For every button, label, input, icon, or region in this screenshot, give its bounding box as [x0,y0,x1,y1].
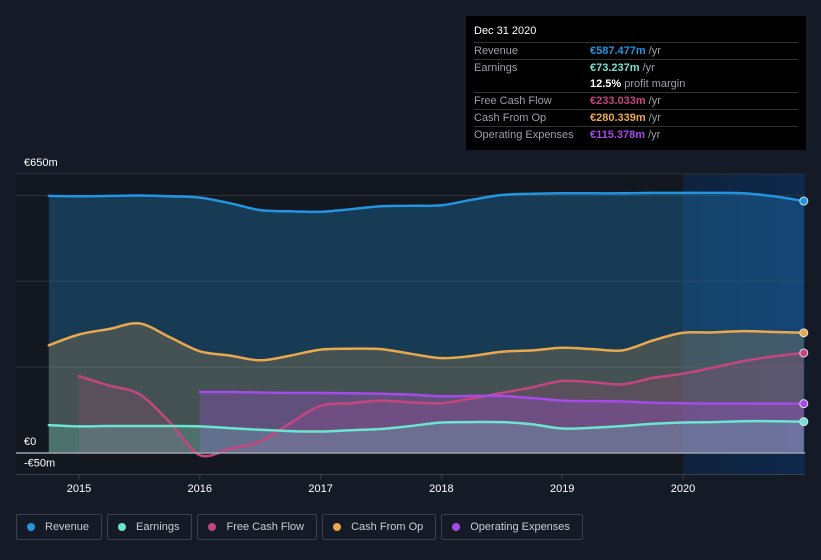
free-cash-flow-end-point [799,348,809,358]
tooltip-row-revenue: Revenue €587.477m /yr [474,43,798,60]
earnings-dot-icon [118,523,127,531]
tooltip-value: €73.237m [590,62,640,74]
legend-item-free-cash-flow[interactable]: Free Cash Flow [197,514,318,540]
x-tick-label: 2018 [429,483,453,495]
legend-item-earnings[interactable]: Earnings [107,514,193,540]
legend-item-operating-expenses[interactable]: Operating Expenses [441,514,583,540]
tooltip-value: €280.339m [590,112,646,124]
revenue-dot-icon [27,523,35,531]
tooltip-label: Free Cash Flow [474,95,552,107]
y-tick-label: €0 [24,436,36,448]
cash-from-op-dot-icon [333,523,342,531]
tooltip-label: Revenue [474,45,519,57]
tooltip-unit: /yr [648,112,661,124]
x-tick-label: 2015 [67,483,91,495]
legend-label: Operating Expenses [470,521,570,533]
legend-label: Cash From Op [351,521,424,533]
y-tick-label: -€50m [24,457,55,469]
legend-item-cash-from-op[interactable]: Cash From Op [322,514,437,540]
tooltip-label: Earnings [474,62,518,74]
tooltip-label: Operating Expenses [474,129,574,141]
tooltip-row-earnings: Earnings €73.237m /yr [474,60,798,76]
y-tick-label: €650m [24,157,58,169]
x-tick-label: 2016 [188,483,212,495]
tooltip-unit: /yr [648,129,661,141]
tooltip-value: €587.477m [590,45,646,57]
cash-from-op-end-point [799,328,809,338]
legend-label: Free Cash Flow [226,521,305,533]
tooltip-unit: /yr [648,95,661,107]
tooltip-row-operating-expenses: Operating Expenses €115.378m /yr [474,127,798,143]
tooltip-label [474,76,590,92]
tooltip-label: Cash From Op [474,112,547,124]
legend-label: Revenue [45,521,90,533]
tooltip-date: Dec 31 2020 [474,24,798,43]
profit-margin-label: profit margin [624,78,686,90]
legend-item-revenue[interactable]: Revenue [16,514,103,540]
legend-label: Earnings [136,521,180,533]
tooltip-value: €115.378m [590,129,646,141]
free-cash-flow-dot-icon [208,523,217,531]
revenue-end-point [799,196,809,206]
tooltip: Dec 31 2020 Revenue €587.477m /yr Earnin… [466,16,806,150]
x-tick-label: 2019 [550,483,574,495]
tooltip-row-cash-from-op: Cash From Op €280.339m /yr [474,110,798,127]
earnings-end-point [799,417,809,427]
operating-expenses-dot-icon [452,523,461,531]
x-tick-label: 2020 [671,483,695,495]
profit-margin-value: 12.5% [590,78,622,90]
tooltip-row-profit-margin: 12.5% profit margin [474,76,798,93]
tooltip-value: €233.033m [590,95,646,107]
legend: Revenue Earnings Free Cash Flow Cash Fro… [16,514,583,540]
tooltip-unit: /yr [642,62,655,74]
operating-expenses-end-point [799,399,809,409]
tooltip-unit: /yr [648,45,661,57]
tooltip-row-free-cash-flow: Free Cash Flow €233.033m /yr [474,93,798,110]
x-tick-label: 2017 [308,483,332,495]
